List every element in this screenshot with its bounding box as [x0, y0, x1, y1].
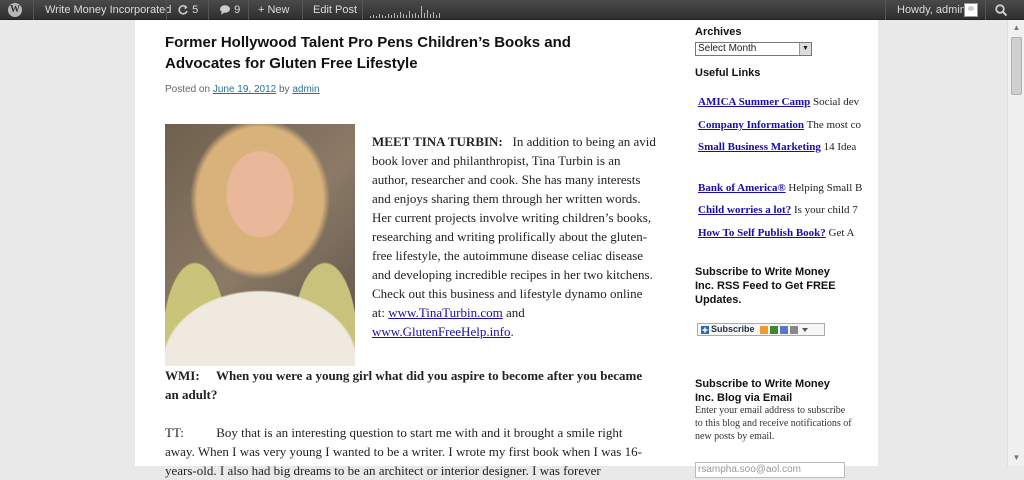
- question-paragraph: WMI: When you were a young girl what did…: [165, 366, 655, 404]
- useful-link[interactable]: Company Information: [698, 119, 804, 131]
- updates-count: 5: [192, 4, 199, 16]
- scrollbar[interactable]: ▲ ▼: [1007, 20, 1024, 466]
- useful-link-desc: Social dev: [813, 96, 860, 108]
- admin-bar-separator: [248, 0, 249, 20]
- useful-link[interactable]: How To Self Publish Book?: [698, 227, 826, 239]
- feed-reader-icons: [760, 326, 809, 334]
- useful-link[interactable]: AMICA Summer Camp: [698, 96, 810, 108]
- useful-link[interactable]: Small Business Marketing: [698, 141, 821, 153]
- page-container: Former Hollywood Talent Pro Pens Childre…: [135, 20, 878, 478]
- useful-link-item: Small Business Marketing 14 Idea: [698, 141, 878, 153]
- email-widget-title: Subscribe to Write Money Inc. Blog via E…: [695, 378, 830, 404]
- question-text: When you were a young girl what did you …: [165, 368, 643, 402]
- useful-link-desc: Is your child 7: [793, 204, 858, 216]
- and-text: and: [506, 305, 525, 320]
- rss-subscribe-button[interactable]: Subscribe: [697, 323, 825, 336]
- useful-link-item: Child worries a lot? Is your child 7: [698, 204, 878, 216]
- chevron-down-icon[interactable]: ▼: [799, 43, 811, 55]
- stats-sparkline-graph[interactable]: [370, 4, 442, 18]
- comments-count: 9: [234, 4, 241, 16]
- site-name-link[interactable]: Write Money Incorporated: [45, 0, 171, 20]
- question-label: WMI:: [165, 368, 200, 383]
- comment-bubble-icon: [220, 5, 230, 16]
- updates-button[interactable]: 5: [177, 0, 198, 20]
- admin-bar: W Write Money Incorporated 5 9 + New Edi…: [0, 0, 1024, 20]
- useful-link-item: How To Self Publish Book? Get A: [698, 227, 878, 239]
- admin-bar-separator: [208, 0, 209, 20]
- useful-link-item: Bank of America® Helping Small B: [698, 182, 878, 194]
- subscribe-label: Subscribe: [711, 324, 755, 334]
- email-widget-description: Enter your email address to subscribe to…: [695, 405, 852, 442]
- admin-bar-separator: [166, 0, 167, 20]
- new-content-button[interactable]: + New: [258, 0, 290, 20]
- useful-link-item: AMICA Summer Camp Social dev: [698, 96, 878, 108]
- useful-link-desc: Get A: [828, 227, 855, 239]
- archives-select-value: Select Month: [698, 43, 757, 54]
- author-photo: [165, 124, 355, 366]
- glutenfreehelp-link[interactable]: www.GlutenFreeHelp.info: [372, 324, 511, 339]
- useful-link[interactable]: Bank of America®: [698, 182, 786, 194]
- answer-label: TT:: [165, 425, 184, 440]
- intro-heading: MEET TINA TURBIN:: [372, 134, 503, 149]
- email-field[interactable]: rsampha.soo@aol.com: [695, 462, 845, 478]
- scroll-down-arrow-icon[interactable]: ▼: [1008, 450, 1024, 466]
- intro-text: In addition to being an avid book lover …: [372, 134, 656, 320]
- intro-period: .: [510, 324, 514, 339]
- post-content: Former Hollywood Talent Pro Pens Childre…: [165, 32, 665, 478]
- answer-paragraph: TT: Boy that is an interesting question …: [165, 423, 655, 480]
- answer-text: Boy that is an interesting question to s…: [165, 425, 642, 478]
- edit-post-button[interactable]: Edit Post: [313, 0, 357, 20]
- post-date-link[interactable]: June 19, 2012: [213, 84, 276, 95]
- rss-widget-title: Subscribe to Write Money Inc. RSS Feed t…: [695, 266, 836, 306]
- archives-month-select[interactable]: Select Month ▼: [695, 42, 812, 56]
- admin-bar-separator: [362, 0, 363, 20]
- avatar[interactable]: [964, 3, 978, 17]
- tinaturbin-link[interactable]: www.TinaTurbin.com: [388, 305, 503, 320]
- refresh-icon: [178, 5, 188, 15]
- admin-bar-separator: [302, 0, 303, 20]
- scroll-thumb[interactable]: [1011, 37, 1022, 95]
- useful-link-desc: Helping Small B: [788, 182, 863, 194]
- post-meta: Posted on June 19, 2012 by admin: [165, 84, 665, 95]
- admin-bar-separator: [985, 0, 986, 20]
- admin-bar-separator: [885, 0, 886, 20]
- post-title[interactable]: Former Hollywood Talent Pro Pens Childre…: [165, 32, 625, 74]
- comments-button[interactable]: 9: [219, 0, 240, 20]
- useful-link[interactable]: Child worries a lot?: [698, 204, 791, 216]
- author-link[interactable]: admin: [292, 84, 319, 95]
- wordpress-logo-icon[interactable]: W: [8, 3, 22, 17]
- posted-on-label: Posted on: [165, 84, 211, 95]
- useful-link-desc: 14 Idea: [823, 141, 857, 153]
- scroll-up-arrow-icon[interactable]: ▲: [1008, 20, 1024, 36]
- archives-title: Archives: [695, 26, 742, 38]
- useful-link-desc: The most co: [806, 119, 861, 131]
- by-label: by: [279, 84, 290, 95]
- search-icon[interactable]: [994, 3, 1008, 17]
- intro-paragraph: MEET TINA TURBIN: In addition to being a…: [372, 132, 657, 341]
- useful-link-item: Company Information The most co: [698, 119, 878, 131]
- plus-icon: [701, 326, 709, 334]
- useful-links-title: Useful Links: [695, 67, 761, 79]
- howdy-account-menu[interactable]: Howdy, admin: [897, 0, 966, 20]
- admin-bar-separator: [33, 0, 34, 20]
